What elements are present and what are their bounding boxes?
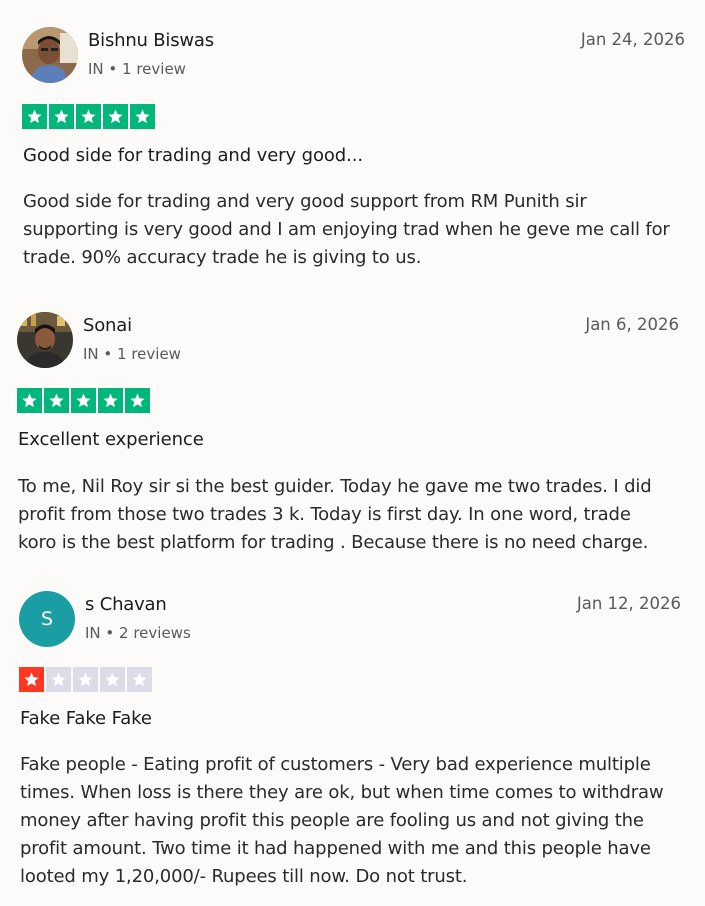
review-title[interactable]: Fake Fake Fake: [20, 708, 152, 729]
review-body-line: money after having profit this people ar…: [20, 810, 644, 831]
star-icon: [19, 667, 44, 692]
reviewer-meta: IN • 2 reviews: [85, 624, 191, 642]
review-body-line: To me, Nil Roy sir si the best guider. T…: [18, 476, 652, 497]
avatar[interactable]: S: [19, 591, 75, 647]
review-body-line: times. When loss is there they are ok, b…: [20, 782, 664, 803]
review-body: Fake people - Eating profit of customers…: [20, 751, 664, 891]
star-rating: [22, 104, 155, 129]
review-body-line: koro is the best platform for trading . …: [18, 532, 649, 553]
review-date: Jan 12, 2026: [576, 594, 681, 613]
star-rating: [19, 667, 152, 692]
star-icon: [73, 667, 98, 692]
review-date: Jan 24, 2026: [580, 30, 685, 49]
star-rating: [17, 388, 150, 413]
reviewer-name[interactable]: s Chavan: [85, 594, 167, 615]
review-body: To me, Nil Roy sir si the best guider. T…: [18, 473, 652, 557]
star-icon: [22, 104, 47, 129]
reviewer-meta: IN • 1 review: [88, 60, 186, 78]
star-icon: [103, 104, 128, 129]
avatar-initial: S: [40, 608, 54, 630]
reviewer-name[interactable]: Bishnu Biswas: [88, 30, 214, 51]
review-body-line: profit from those two trades 3 k. Today …: [18, 504, 631, 525]
review-title[interactable]: Good side for trading and very good...: [23, 145, 363, 166]
review-title[interactable]: Excellent experience: [18, 429, 204, 450]
star-icon: [130, 104, 155, 129]
star-icon: [100, 667, 125, 692]
reviewer-meta: IN • 1 review: [83, 345, 181, 363]
star-icon: [49, 104, 74, 129]
review-body-line: Good side for trading and very good supp…: [23, 191, 587, 212]
reviewer-name[interactable]: Sonai: [83, 315, 132, 336]
star-icon: [98, 388, 123, 413]
review-body-line: supporting is very good and I am enjoyin…: [23, 219, 670, 240]
review-body-line: Fake people - Eating profit of customers…: [20, 754, 651, 775]
star-icon: [76, 104, 101, 129]
review-body: Good side for trading and very good supp…: [23, 188, 670, 272]
star-icon: [46, 667, 71, 692]
star-icon: [125, 388, 150, 413]
review-body-line: looted my 1,20,000/- Rupees till now. Do…: [20, 866, 468, 887]
star-icon: [44, 388, 69, 413]
review-body-line: profit amount. Two time it had happened …: [20, 838, 651, 859]
star-icon: [71, 388, 96, 413]
avatar[interactable]: [17, 312, 73, 368]
review-body-line: trade. 90% accuracy trade he is giving t…: [23, 247, 422, 268]
star-icon: [127, 667, 152, 692]
avatar[interactable]: [22, 27, 78, 83]
review-date: Jan 6, 2026: [585, 315, 679, 334]
star-icon: [17, 388, 42, 413]
